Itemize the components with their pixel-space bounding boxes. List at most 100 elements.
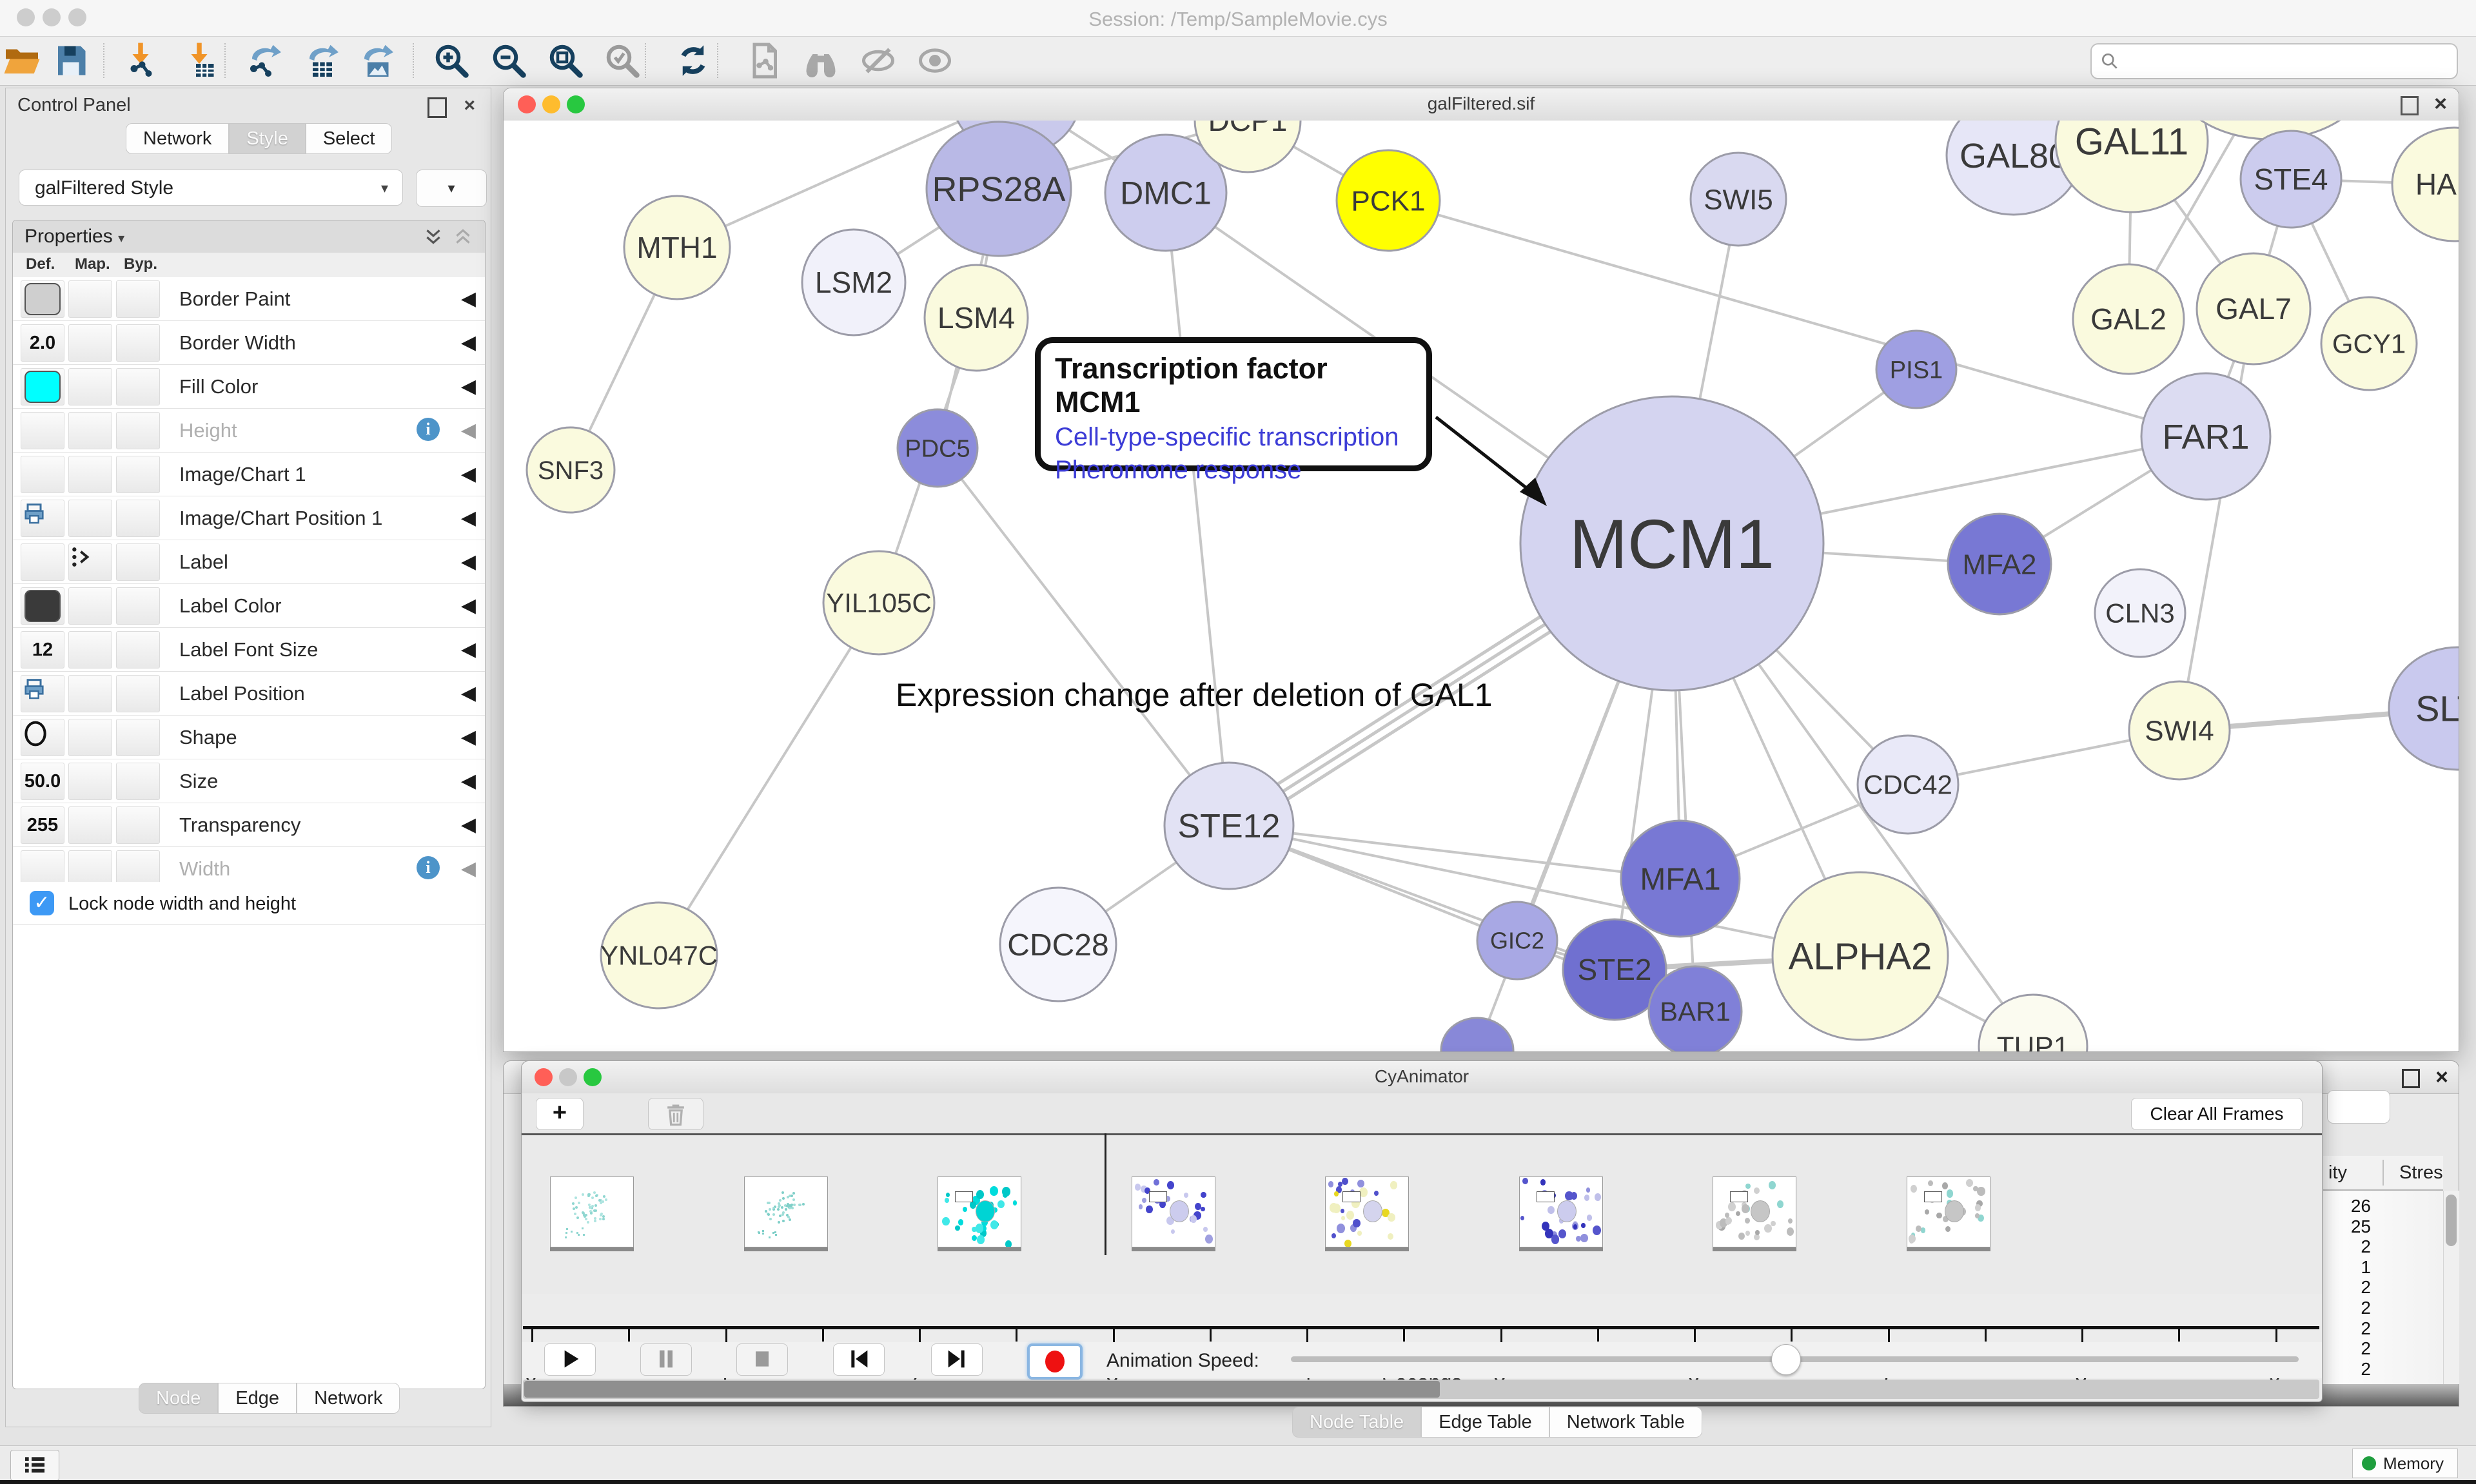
frame-thumbnail-5[interactable] [1519,1176,1603,1247]
add-frame-button[interactable]: + [536,1098,584,1130]
float-network-icon[interactable] [2401,96,2419,115]
def-swatch[interactable] [25,590,61,622]
search-input[interactable] [2090,43,2458,79]
style-options-button[interactable]: ▾ [416,170,487,207]
network-node-gal11[interactable]: GAL11 [2056,121,2208,212]
table-filter-input[interactable] [2327,1090,2390,1124]
mapping-value-cell[interactable] [68,500,112,537]
network-node-gal7[interactable]: GAL7 [2197,253,2310,364]
export-network-icon[interactable] [246,41,284,80]
property-row[interactable]: Fill Color◀ [13,365,485,409]
network-node-swi5[interactable]: SWI5 [1691,153,1786,246]
bypass-value-cell[interactable] [116,631,160,669]
apply-layout-icon[interactable] [674,41,712,80]
eye-icon[interactable] [916,41,954,80]
float-panel-icon[interactable] [427,97,447,118]
mapping-value-cell[interactable] [68,280,112,318]
frame-thumbnail-7[interactable] [1907,1176,1990,1247]
table-row[interactable]: 25 [2323,1216,2371,1237]
def-value[interactable]: 2.0 [21,333,64,354]
cyanimator-scrollbar[interactable] [523,1380,2319,1399]
tab-select[interactable]: Select [306,123,393,154]
network-node-ste4[interactable]: STE4 [2241,131,2341,228]
property-row[interactable]: Heighti◀ [13,409,485,453]
bypass-value-cell[interactable] [116,587,160,625]
cyanimator-scrollbar-thumb[interactable] [524,1381,1440,1398]
bypass-value-cell[interactable] [116,368,160,405]
network-node-gic2[interactable]: GIC2 [1477,902,1557,979]
network-node-ynl047c[interactable]: YNL047C [600,903,718,1008]
bypass-value-cell[interactable] [116,543,160,581]
bypass-value-cell[interactable] [116,324,160,362]
default-value-cell[interactable] [21,456,64,493]
close-panel-icon[interactable]: × [464,96,475,115]
mapping-value-cell[interactable] [68,631,112,669]
frame-thumbnail-0[interactable] [550,1176,634,1247]
tab-node[interactable]: Node [139,1383,218,1414]
def-swatch[interactable] [25,283,61,315]
def-value[interactable]: 255 [21,815,64,836]
skip-start-button[interactable] [833,1343,885,1376]
default-value-cell[interactable] [21,543,64,581]
tab-edge-table[interactable]: Edge Table [1421,1407,1549,1438]
bypass-value-cell[interactable] [116,806,160,844]
collapse-arrow-icon[interactable]: ◀ [461,814,476,836]
network-node-lsm2[interactable]: LSM2 [802,229,905,335]
table-scrollbar-thumb[interactable] [2446,1195,2457,1246]
table-row[interactable]: 2 [2323,1298,2371,1318]
expand-all-icon[interactable] [423,227,444,248]
network-node-mth1[interactable]: MTH1 [624,196,730,299]
def-value[interactable]: 12 [21,639,64,661]
bypass-value-cell[interactable] [116,719,160,756]
network-node-cdc42[interactable]: CDC42 [1858,736,1958,834]
network-node-lsm4[interactable]: LSM4 [925,265,1028,371]
network-node-gal2[interactable]: GAL2 [2073,264,2184,374]
default-value-cell[interactable] [21,280,64,318]
collapse-arrow-icon[interactable]: ◀ [461,857,476,880]
def-swatch[interactable] [25,371,61,403]
network-node-pck1[interactable]: PCK1 [1337,150,1440,251]
table-row[interactable]: 1 [2323,1257,2371,1278]
network-node-pdc5[interactable]: PDC5 [898,409,978,487]
property-row[interactable]: Label Color◀ [13,584,485,628]
zoom-out-icon[interactable] [489,41,528,80]
table-row[interactable]: 2 [2323,1359,2371,1380]
network-node-far1[interactable]: FAR1 [2141,373,2270,500]
property-row[interactable]: Shape◀ [13,716,485,759]
zoom-selected-icon[interactable] [603,41,642,80]
network-node-cln3[interactable]: CLN3 [2095,569,2185,657]
property-row[interactable]: 2.0Border Width◀ [13,321,485,365]
bypass-value-cell[interactable] [116,500,160,537]
info-icon[interactable]: i [417,856,440,879]
network-node-ste12[interactable]: STE12 [1164,763,1293,889]
mapping-value-cell[interactable] [68,543,112,581]
default-value-cell[interactable] [21,587,64,625]
properties-header[interactable]: Properties ▾ [13,220,485,253]
frame-thumbnail-3[interactable] [1132,1176,1215,1247]
table-row[interactable]: 2 [2323,1277,2371,1298]
tab-network-table[interactable]: Network Table [1549,1407,1702,1438]
collapse-arrow-icon[interactable]: ◀ [461,682,476,705]
style-selector[interactable]: galFiltered Style ▾ [19,170,403,206]
column-divider[interactable] [2383,1160,2384,1186]
export-table-icon[interactable] [303,41,342,80]
property-row[interactable]: Image/Chart Position 1◀ [13,496,485,540]
frame-thumbnail-2[interactable] [938,1176,1021,1247]
document-network-icon[interactable] [745,41,783,80]
default-value-cell[interactable] [21,719,64,756]
mapping-value-cell[interactable] [68,412,112,449]
tab-node-table[interactable]: Node Table [1292,1407,1421,1438]
collapse-arrow-icon[interactable]: ◀ [461,594,476,617]
network-node-gcy1[interactable]: GCY1 [2321,297,2417,390]
network-node-cdc28[interactable]: CDC28 [1000,888,1116,1001]
mapping-value-cell[interactable] [68,368,112,405]
default-value-cell[interactable]: 50.0 [21,763,64,800]
property-row[interactable]: Label◀ [13,540,485,584]
save-session-icon[interactable] [52,41,90,80]
property-row[interactable]: 12Label Font Size◀ [13,628,485,672]
network-node-rps28a[interactable]: RPS28A [927,122,1071,256]
property-row[interactable]: 255Transparency◀ [13,803,485,847]
tab-network-bottom[interactable]: Network [297,1383,400,1414]
bypass-value-cell[interactable] [116,456,160,493]
table-scrollbar[interactable] [2443,1191,2459,1384]
